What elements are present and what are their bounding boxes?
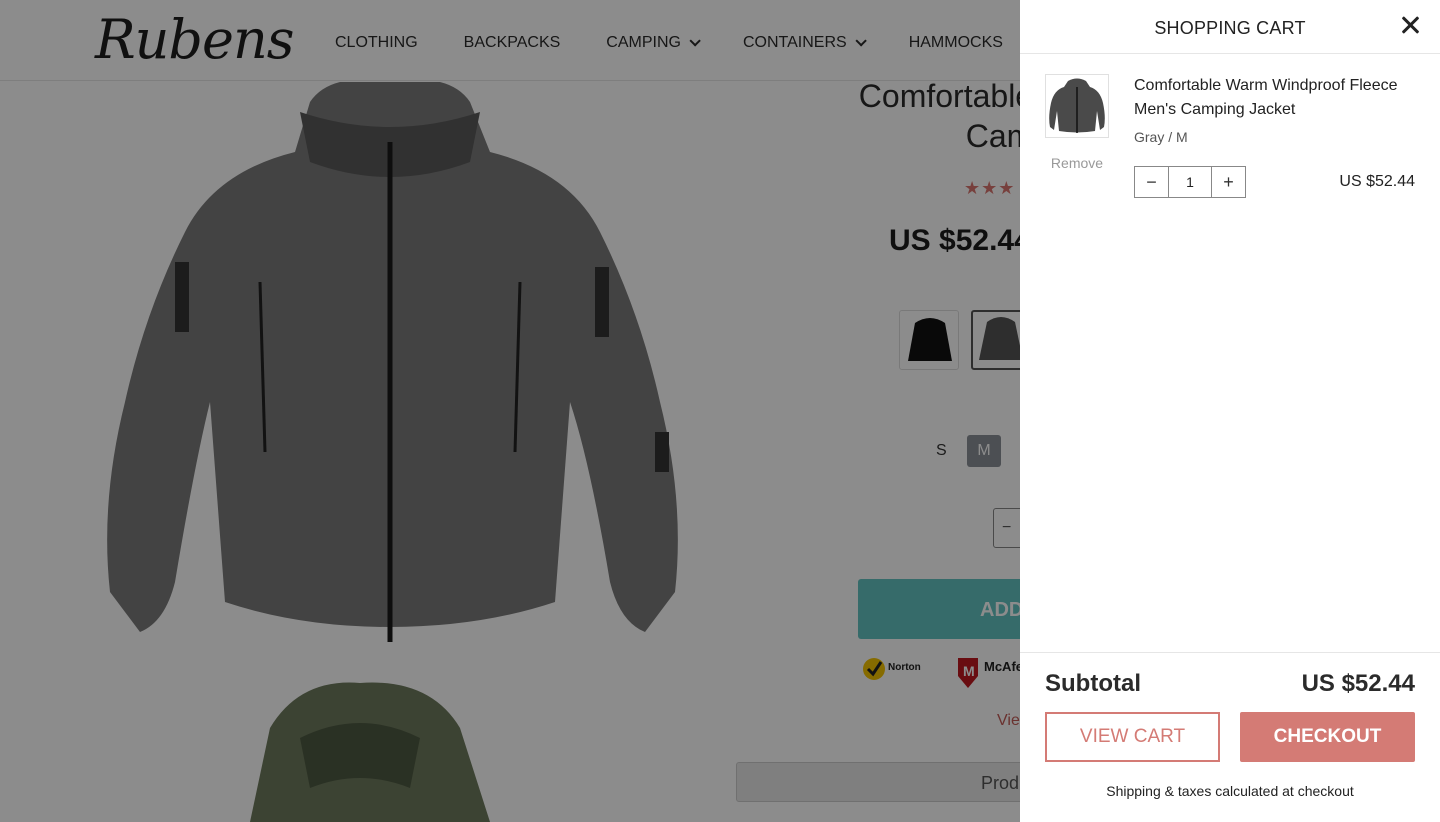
cart-item-price: US $52.44 — [1339, 173, 1415, 190]
qty-increase-button[interactable]: + — [1212, 167, 1245, 197]
remove-item-link[interactable]: Remove — [1045, 155, 1109, 171]
subtotal-label: Subtotal — [1045, 670, 1141, 697]
cart-item-name[interactable]: Comfortable Warm Windproof Fleece Men's … — [1134, 74, 1424, 122]
cart-drawer: SHOPPING CART Remove Comfortable Warm Wi… — [1020, 0, 1440, 822]
page-dim-overlay[interactable] — [0, 0, 1020, 822]
checkout-button[interactable]: CHECKOUT — [1240, 712, 1415, 762]
quantity-stepper: − 1 + — [1134, 166, 1246, 198]
qty-value[interactable]: 1 — [1168, 167, 1212, 197]
subtotal-value: US $52.44 — [1301, 670, 1415, 697]
cart-title: SHOPPING CART — [1154, 18, 1306, 38]
cart-header: SHOPPING CART — [1020, 0, 1440, 54]
cart-item-variant: Gray / M — [1134, 129, 1188, 145]
view-cart-button[interactable]: VIEW CART — [1045, 712, 1220, 762]
qty-decrease-button[interactable]: − — [1135, 167, 1168, 197]
cart-footer: Subtotal US $52.44 VIEW CART CHECKOUT Sh… — [1020, 652, 1440, 822]
shipping-note: Shipping & taxes calculated at checkout — [1106, 783, 1354, 799]
close-icon[interactable] — [1400, 14, 1422, 36]
cart-item-thumbnail[interactable] — [1045, 74, 1109, 138]
